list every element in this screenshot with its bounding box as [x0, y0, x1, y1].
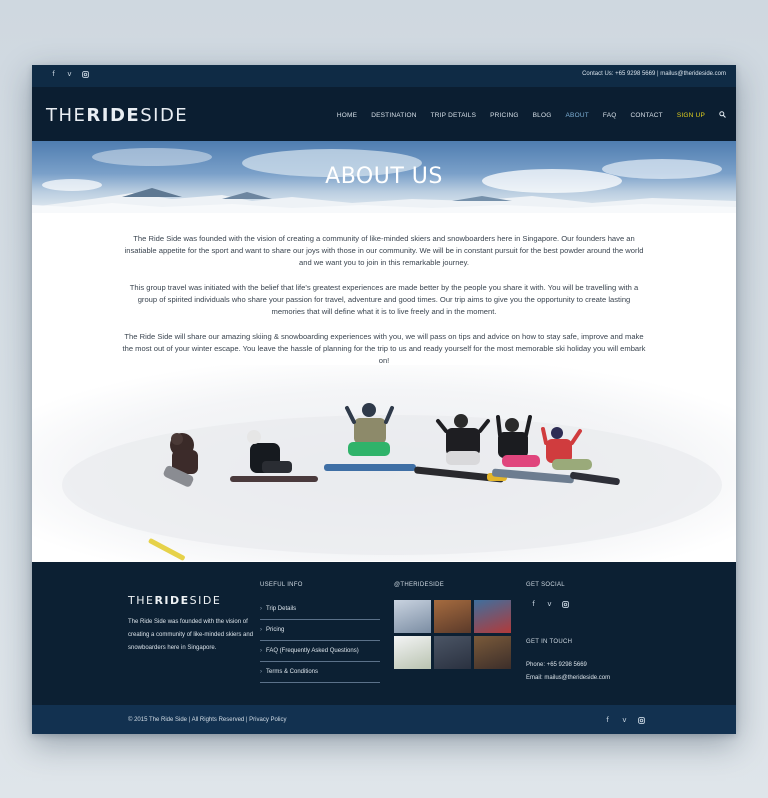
- instagram-icon[interactable]: [82, 71, 89, 78]
- footer-logo-ride: RIDE: [154, 594, 190, 607]
- footer-phone: Phone: +65 9298 5669: [526, 662, 587, 668]
- instagram-photo[interactable]: [394, 636, 431, 669]
- header: THERIDESIDE HOME DESTINATION TRIP DETAIL…: [32, 87, 736, 141]
- top-social-icons: f v: [50, 71, 89, 78]
- group-snowboard-photo: [32, 365, 736, 561]
- hero-banner: ABOUT US: [32, 141, 736, 213]
- bottom-social-icons: f v: [604, 717, 645, 724]
- vimeo-icon[interactable]: v: [546, 601, 553, 608]
- footer-link-faq[interactable]: FAQ (Frequently Asked Questions): [260, 641, 380, 662]
- page-title: ABOUT US: [325, 164, 443, 189]
- footer-logo[interactable]: THERIDESIDE: [128, 594, 221, 607]
- nav-sign-up[interactable]: SIGN UP: [677, 112, 705, 119]
- instagram-icon[interactable]: [638, 717, 645, 724]
- instagram-heading: @THERIDESIDE: [394, 582, 445, 588]
- logo-ride: RIDE: [86, 105, 141, 126]
- get-in-touch-heading: GET IN TOUCH: [526, 639, 573, 645]
- instagram-grid: [394, 600, 511, 669]
- instagram-photo[interactable]: [474, 636, 511, 669]
- nav-blog[interactable]: BLOG: [533, 112, 552, 119]
- bottom-bar: © 2015 The Ride Side | All Rights Reserv…: [32, 705, 736, 734]
- instagram-photo[interactable]: [434, 636, 471, 669]
- page: f v Contact Us: +65 9298 5669 | mailus@t…: [32, 65, 736, 734]
- instagram-photo[interactable]: [474, 600, 511, 633]
- facebook-icon[interactable]: f: [530, 601, 537, 608]
- vimeo-icon[interactable]: v: [66, 71, 73, 78]
- footer-description: The Ride Side was founded with the visio…: [128, 619, 254, 651]
- logo-side: SIDE: [140, 105, 189, 126]
- nav-about[interactable]: ABOUT: [566, 112, 589, 119]
- top-bar: f v Contact Us: +65 9298 5669 | mailus@t…: [32, 65, 736, 87]
- nav-destination[interactable]: DESTINATION: [371, 112, 416, 119]
- nav-faq[interactable]: FAQ: [603, 112, 617, 119]
- footer: THERIDESIDE The Ride Side was founded wi…: [32, 562, 736, 705]
- nav-contact[interactable]: CONTACT: [631, 112, 663, 119]
- facebook-icon[interactable]: f: [50, 71, 57, 78]
- about-paragraph-1: The Ride Side was founded with the visio…: [124, 234, 644, 267]
- logo-the: THE: [46, 105, 87, 126]
- search-icon[interactable]: [719, 111, 726, 120]
- footer-link-trip-details[interactable]: Trip Details: [260, 599, 380, 620]
- nav-pricing[interactable]: PRICING: [490, 112, 519, 119]
- facebook-icon[interactable]: f: [604, 717, 611, 724]
- about-content: The Ride Side was founded with the visio…: [122, 233, 646, 380]
- nav-trip-details[interactable]: TRIP DETAILS: [431, 112, 477, 119]
- footer-link-pricing[interactable]: Pricing: [260, 620, 380, 641]
- footer-logo-the: THE: [128, 594, 155, 607]
- copyright: © 2015 The Ride Side | All Rights Reserv…: [128, 717, 287, 723]
- about-paragraph-3: The Ride Side will share our amazing ski…: [122, 332, 646, 365]
- get-social-heading: GET SOCIAL: [526, 582, 565, 588]
- main-nav: HOME DESTINATION TRIP DETAILS PRICING BL…: [337, 111, 726, 120]
- footer-social-icons: f v: [530, 601, 569, 608]
- useful-info-heading: USEFUL INFO: [260, 582, 303, 588]
- useful-links-list: Trip Details Pricing FAQ (Frequently Ask…: [260, 599, 380, 683]
- footer-logo-side: SIDE: [189, 594, 222, 607]
- vimeo-icon[interactable]: v: [621, 717, 628, 724]
- instagram-icon[interactable]: [562, 601, 569, 608]
- top-contact: Contact Us: +65 9298 5669 | mailus@theri…: [582, 71, 726, 77]
- footer-link-terms[interactable]: Terms & Conditions: [260, 662, 380, 683]
- footer-email[interactable]: Email: mailus@therideside.com: [526, 675, 610, 681]
- instagram-photo[interactable]: [394, 600, 431, 633]
- about-paragraph-2: This group travel was initiated with the…: [129, 283, 639, 316]
- site-logo[interactable]: THERIDESIDE: [46, 105, 188, 126]
- nav-home[interactable]: HOME: [337, 112, 357, 119]
- instagram-photo[interactable]: [434, 600, 471, 633]
